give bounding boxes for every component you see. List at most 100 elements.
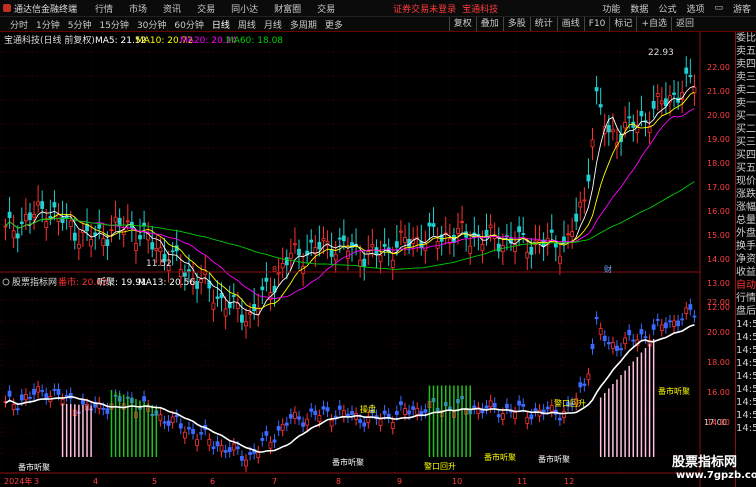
indicator-body [329, 419, 334, 427]
indicator-body [264, 431, 269, 436]
indicator-body [549, 404, 554, 412]
candle-body [211, 302, 216, 310]
period-multi[interactable]: 多周期 [290, 18, 317, 31]
menu-wealth[interactable]: 财富圈 [274, 2, 301, 15]
menu-market[interactable]: 市场 [129, 2, 147, 15]
indicator-body [582, 383, 587, 386]
menu-trade-2[interactable]: 交易 [317, 2, 335, 15]
side-panel-label: 卖二 [736, 85, 756, 96]
tool-stats[interactable]: 统计 [529, 17, 557, 31]
candle-body [158, 247, 163, 253]
indicator-body [545, 406, 550, 410]
indicator-body [496, 414, 501, 418]
candle-body [529, 246, 534, 255]
side-panel-label: 14:5 [736, 423, 756, 434]
indicator-body [187, 427, 191, 430]
period-daily[interactable]: 日线 [212, 18, 230, 31]
period-60min[interactable]: 60分钟 [174, 18, 203, 31]
side-panel-label: 卖三 [736, 72, 756, 83]
menu-formula[interactable]: 公式 [658, 2, 676, 15]
tool-overlay[interactable]: 叠加 [475, 17, 503, 31]
candle-body [435, 241, 440, 249]
candle-body [187, 269, 191, 272]
candle-body [11, 230, 16, 239]
sub-legend-name: 股票指标网 [12, 276, 57, 288]
period-tick[interactable]: 分时 [10, 18, 28, 31]
sub-legend-k3: MA13: 20.56 [138, 278, 195, 288]
menu-trade[interactable]: 交易 [197, 2, 215, 15]
period-5min[interactable]: 5分钟 [68, 18, 92, 31]
y-tick-label: 16.00 [707, 207, 730, 216]
indicator-body [280, 423, 285, 431]
candle-body [109, 229, 114, 232]
indicator-body [301, 422, 305, 427]
indicator-body [284, 422, 289, 426]
indicator-body [23, 394, 28, 401]
y-tick-label: 18.00 [707, 358, 730, 367]
x-tick-label: 5 [152, 477, 157, 486]
candle-body [142, 222, 147, 226]
stock-name-notice: 宝通科技 [462, 4, 499, 15]
indicator-body [394, 411, 399, 415]
candle-body [134, 243, 138, 251]
indicator-body [382, 410, 387, 415]
chart-area[interactable]: 宝通科技(日线 前复权) MA5: 21.52 MA10: 20.72 MA20… [0, 32, 735, 487]
menu-data[interactable]: 数据 [630, 2, 648, 15]
indicator-body [52, 389, 57, 391]
tool-adjust[interactable]: 复权 [448, 17, 476, 31]
indicator-body [40, 390, 45, 392]
candle-body [329, 249, 334, 257]
period-weekly[interactable]: 周线 [238, 18, 256, 31]
period-1min[interactable]: 1分钟 [36, 18, 60, 31]
user-label[interactable]: 游客 [733, 2, 751, 15]
menu-quote[interactable]: 行情 [95, 2, 113, 15]
login-notice[interactable]: 证券交易未登录 [393, 2, 456, 15]
tool-back[interactable]: 返回 [670, 17, 698, 31]
indicator-body [619, 348, 623, 351]
side-panel-label: 买一 [736, 111, 756, 122]
indicator-body [655, 319, 660, 321]
indicator-body [101, 408, 106, 410]
indicator-body [643, 336, 648, 339]
side-panel-label: 14:5 [736, 345, 756, 356]
main-legend-name: 宝通科技(日线 前复权) [4, 34, 95, 46]
period-monthly[interactable]: 月线 [264, 18, 282, 31]
indicator-body [44, 393, 49, 400]
tool-mark[interactable]: 标记 [609, 17, 636, 31]
candle-body [309, 239, 314, 243]
tool-f10[interactable]: F10 [583, 17, 610, 31]
period-more[interactable]: 更多 [325, 18, 343, 31]
menu-functions[interactable]: 功能 [602, 2, 620, 15]
indicator-body [606, 342, 611, 345]
signal-label-1: 番市听聚 [18, 462, 50, 472]
candle-body [195, 281, 199, 289]
candle-body [68, 220, 73, 227]
indicator-body [174, 414, 179, 418]
candle-body [260, 286, 265, 291]
candle-body [48, 216, 53, 219]
tool-draw[interactable]: 画线 [556, 17, 584, 31]
candle-body [521, 233, 526, 235]
candle-body [590, 139, 595, 148]
candle-body [553, 243, 558, 248]
candle-body [223, 308, 228, 317]
indicator-body [602, 335, 607, 342]
tool-multi-stock[interactable]: 多股 [502, 17, 530, 31]
indicator-body [492, 403, 497, 408]
minimize-icon[interactable]: ▭ [714, 3, 723, 13]
candle-body [517, 226, 522, 233]
candle-body [284, 257, 289, 266]
candle-body [3, 225, 8, 228]
indicator-body [386, 413, 391, 418]
y-tick-label: 22.00 [707, 63, 730, 72]
candle-body [488, 224, 493, 229]
indicator-body [142, 396, 147, 402]
period-30min[interactable]: 30分钟 [137, 18, 166, 31]
tool-add-watchlist[interactable]: +自选 [636, 17, 671, 31]
menu-assistant[interactable]: 同小达 [231, 2, 258, 15]
candle-body [89, 239, 94, 247]
menu-news[interactable]: 资讯 [163, 2, 181, 15]
side-panel-label: 买二 [736, 124, 756, 135]
period-15min[interactable]: 15分钟 [99, 18, 128, 31]
menu-options[interactable]: 选项 [686, 2, 704, 15]
